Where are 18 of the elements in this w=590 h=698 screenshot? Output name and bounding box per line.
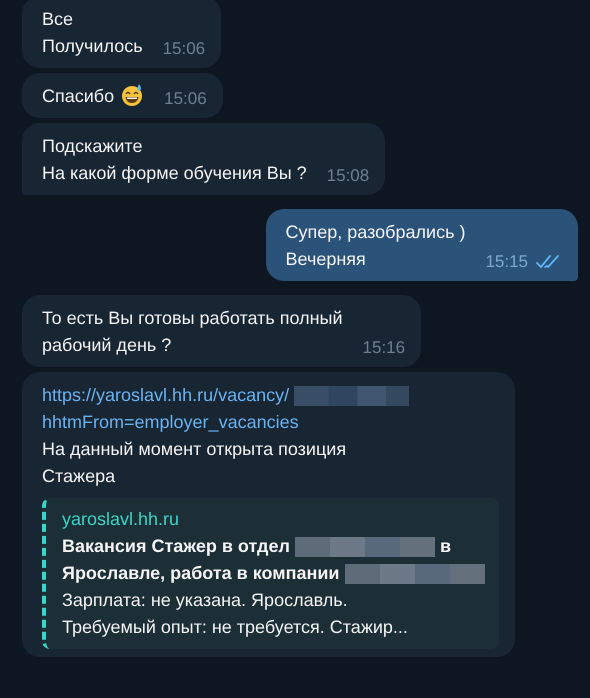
message-text: Все Получилось — [42, 8, 143, 58]
message-time: 15:08 — [326, 165, 370, 187]
message-text: Подскажите На какой форме обучения Вы ? — [42, 135, 307, 185]
link-preview-title: Вакансия Стажер в отдел — [62, 536, 290, 556]
message-text: На данный момент открыта позиция Стажера — [42, 438, 348, 488]
message-text: Спасибо — [42, 86, 114, 106]
link-preview-title: Ярославле, работа в компании — [62, 563, 340, 583]
message-text: Супер, разобрались ) Вечерняя — [286, 221, 466, 271]
message-time: 15:06 — [162, 38, 206, 60]
message-time: 15:15 — [485, 251, 528, 273]
message-time: 15:06 — [164, 88, 207, 110]
message-time: 15:16 — [362, 337, 406, 359]
message-text: То есть Вы готовы работать полный рабочий день ? — [42, 307, 343, 357]
link-preview-site: yaroslavl.hh.ru — [62, 508, 180, 531]
link-preview-title: в — [440, 536, 452, 556]
link[interactable]: hhtmFrom=employer_vacancies — [42, 412, 299, 432]
link[interactable]: https://yaroslavl.hh.ru/vacancy/ — [42, 385, 290, 405]
link-preview-description: Зарплата: не указана. Ярославль. Требуемый опыт: не требуется. Стажир... — [62, 589, 409, 639]
